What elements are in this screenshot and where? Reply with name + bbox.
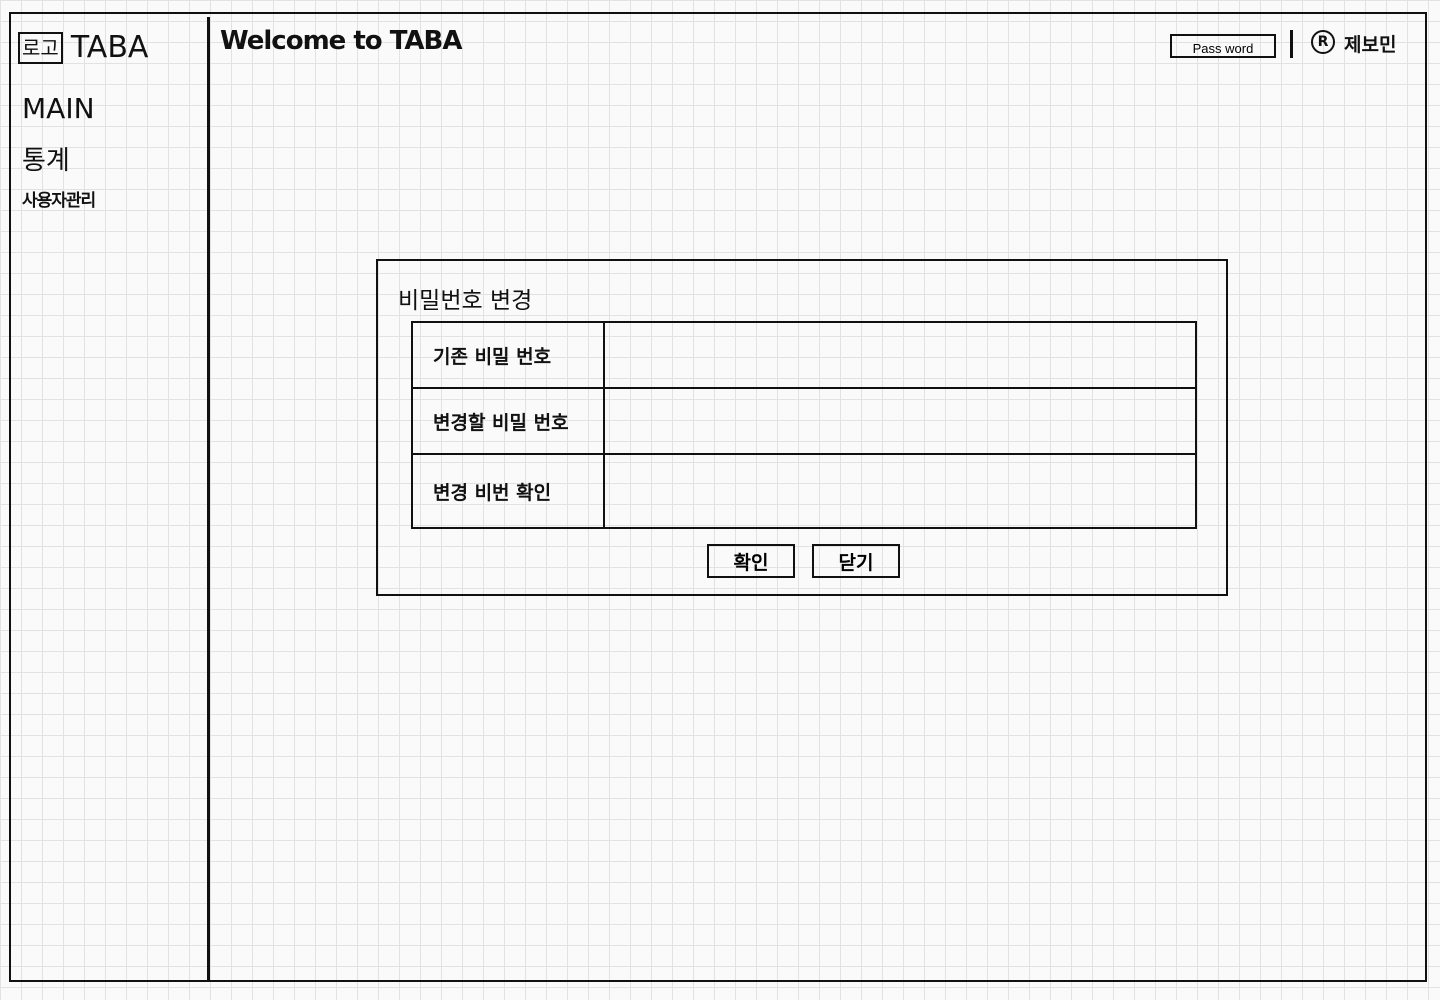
modal-title: 비밀번호 변경 — [398, 288, 533, 314]
password-form: 기존 비밀 번호 변경할 비밀 번호 변경 비번 확인 — [411, 321, 1197, 529]
sidebar-item-main[interactable]: MAIN — [22, 92, 95, 125]
password-change-modal: 비밀번호 변경 기존 비밀 번호 변경할 비밀 번호 변경 비번 확인 확인 닫… — [376, 259, 1228, 596]
user-name[interactable]: 제보민 — [1344, 30, 1396, 57]
form-row: 기존 비밀 번호 — [413, 323, 1195, 389]
logo-title: TABA — [70, 30, 149, 65]
logo[interactable]: 로고 TABA — [18, 30, 148, 65]
logo-box: 로고 — [18, 31, 63, 64]
confirm-password-input[interactable] — [605, 455, 1195, 527]
sidebar-divider — [207, 17, 210, 980]
new-password-label: 변경할 비밀 번호 — [413, 389, 605, 453]
current-password-label: 기존 비밀 번호 — [413, 323, 605, 387]
sidebar-item-user-management[interactable]: 사용자관리 — [22, 186, 96, 211]
form-row: 변경할 비밀 번호 — [413, 389, 1195, 455]
new-password-input[interactable] — [605, 389, 1195, 453]
user-icon[interactable]: R — [1311, 30, 1335, 54]
current-password-input[interactable] — [605, 323, 1195, 387]
form-row: 변경 비번 확인 — [413, 455, 1195, 527]
confirm-password-label: 변경 비번 확인 — [413, 455, 605, 527]
password-button[interactable]: Pass word — [1170, 34, 1276, 58]
welcome-text: Welcome to TABA — [220, 26, 462, 56]
modal-buttons: 확인 닫기 — [707, 544, 900, 578]
sidebar-item-stats[interactable]: 통계 — [22, 140, 70, 177]
header-divider — [1290, 30, 1293, 58]
confirm-button[interactable]: 확인 — [707, 544, 795, 578]
close-button[interactable]: 닫기 — [812, 544, 900, 578]
